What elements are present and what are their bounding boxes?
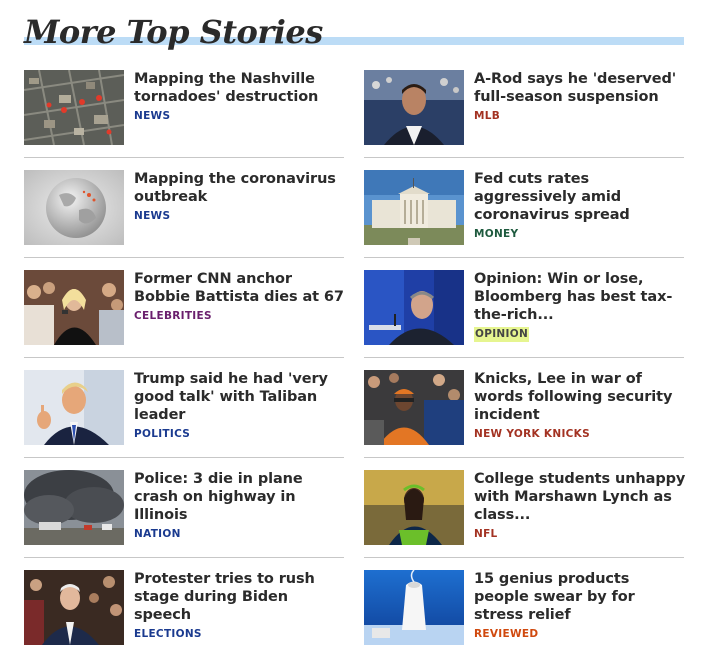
- bloomberg-photo[interactable]: [364, 270, 464, 345]
- story-card[interactable]: Mapping the Nashville tornadoes' destruc…: [24, 70, 344, 146]
- story-card[interactable]: Police: 3 die in plane crash on highway …: [24, 470, 344, 546]
- story-card[interactable]: Former CNN anchor Bobbie Battista dies a…: [24, 270, 344, 346]
- globe-image[interactable]: [24, 170, 124, 245]
- story-tag[interactable]: OPINION: [474, 327, 530, 342]
- trump-photo[interactable]: [24, 370, 124, 445]
- story-headline[interactable]: Protester tries to rush stage during Bid…: [134, 570, 346, 642]
- headline-text[interactable]: Trump said he had 'very good talk' with …: [134, 371, 328, 423]
- story-headline[interactable]: Trump said he had 'very good talk' with …: [134, 370, 346, 442]
- story-headline[interactable]: Knicks, Lee in war of words following se…: [474, 370, 686, 442]
- headline-text[interactable]: Mapping the Nashville tornadoes' destruc…: [134, 71, 318, 105]
- story-card[interactable]: 15 genius products people swear by for s…: [364, 570, 684, 646]
- anchor-photo[interactable]: [24, 270, 124, 345]
- aerial-map-image[interactable]: [24, 70, 124, 145]
- story-headline[interactable]: College students unhappy with Marshawn L…: [474, 470, 686, 542]
- story-card[interactable]: Knicks, Lee in war of words following se…: [364, 370, 684, 446]
- headline-text[interactable]: Fed cuts rates aggressively amid coronav…: [474, 171, 630, 223]
- story-tag[interactable]: NEWS: [134, 209, 170, 224]
- story-tag[interactable]: NEWS: [134, 109, 170, 124]
- headline-text[interactable]: 15 genius products people swear by for s…: [474, 571, 635, 623]
- divider: [24, 357, 344, 358]
- divider: [364, 257, 684, 258]
- story-tag[interactable]: NFL: [474, 527, 498, 542]
- story-tag[interactable]: NEW YORK KNICKS: [474, 427, 590, 442]
- spike-lee-photo[interactable]: [364, 370, 464, 445]
- story-headline[interactable]: A-Rod says he 'deserved' full-season sus…: [474, 70, 686, 124]
- divider: [24, 257, 344, 258]
- headline-text[interactable]: Knicks, Lee in war of words following se…: [474, 371, 672, 423]
- divider: [24, 557, 344, 558]
- story-card[interactable]: Opinion: Win or lose, Bloomberg has best…: [364, 270, 684, 346]
- story-headline[interactable]: Opinion: Win or lose, Bloomberg has best…: [474, 270, 686, 342]
- story-tag[interactable]: MLB: [474, 109, 500, 124]
- story-card[interactable]: Fed cuts rates aggressively amid coronav…: [364, 170, 684, 246]
- section-header: More Top Stories: [24, 8, 684, 51]
- divider: [364, 357, 684, 358]
- divider: [24, 157, 344, 158]
- biden-photo[interactable]: [24, 570, 124, 645]
- section-title: More Top Stories: [24, 13, 323, 51]
- story-tag[interactable]: ELECTIONS: [134, 627, 202, 642]
- diffuser-photo[interactable]: [364, 570, 464, 645]
- story-headline[interactable]: Fed cuts rates aggressively amid coronav…: [474, 170, 686, 242]
- story-tag[interactable]: REVIEWED: [474, 627, 538, 642]
- headline-text[interactable]: Former CNN anchor Bobbie Battista dies a…: [134, 271, 344, 305]
- story-headline[interactable]: Mapping the coronavirus outbreak NEWS: [134, 170, 346, 224]
- divider: [24, 457, 344, 458]
- story-tag[interactable]: POLITICS: [134, 427, 190, 442]
- federal-reserve-photo[interactable]: [364, 170, 464, 245]
- divider: [364, 557, 684, 558]
- story-tag[interactable]: NATION: [134, 527, 181, 542]
- divider: [364, 157, 684, 158]
- story-card[interactable]: Mapping the coronavirus outbreak NEWS: [24, 170, 344, 246]
- headline-text[interactable]: A-Rod says he 'deserved' full-season sus…: [474, 71, 676, 105]
- headline-text[interactable]: Protester tries to rush stage during Bid…: [134, 571, 315, 623]
- plane-crash-smoke-photo[interactable]: [24, 470, 124, 545]
- headline-text[interactable]: Opinion: Win or lose, Bloomberg has best…: [474, 271, 672, 323]
- divider: [364, 457, 684, 458]
- headline-text[interactable]: College students unhappy with Marshawn L…: [474, 471, 685, 523]
- marshawn-lynch-photo[interactable]: [364, 470, 464, 545]
- story-tag[interactable]: MONEY: [474, 227, 518, 242]
- story-card[interactable]: College students unhappy with Marshawn L…: [364, 470, 686, 546]
- story-headline[interactable]: Mapping the Nashville tornadoes' destruc…: [134, 70, 346, 124]
- story-card[interactable]: Protester tries to rush stage during Bid…: [24, 570, 344, 646]
- story-tag[interactable]: CELEBRITIES: [134, 309, 212, 324]
- story-headline[interactable]: Police: 3 die in plane crash on highway …: [134, 470, 346, 542]
- headline-text[interactable]: Mapping the coronavirus outbreak: [134, 171, 336, 205]
- headline-text[interactable]: Police: 3 die in plane crash on highway …: [134, 471, 303, 523]
- story-card[interactable]: Trump said he had 'very good talk' with …: [24, 370, 344, 446]
- story-headline[interactable]: 15 genius products people swear by for s…: [474, 570, 686, 642]
- a-rod-photo[interactable]: [364, 70, 464, 145]
- story-card[interactable]: A-Rod says he 'deserved' full-season sus…: [364, 70, 684, 146]
- story-headline[interactable]: Former CNN anchor Bobbie Battista dies a…: [134, 270, 346, 324]
